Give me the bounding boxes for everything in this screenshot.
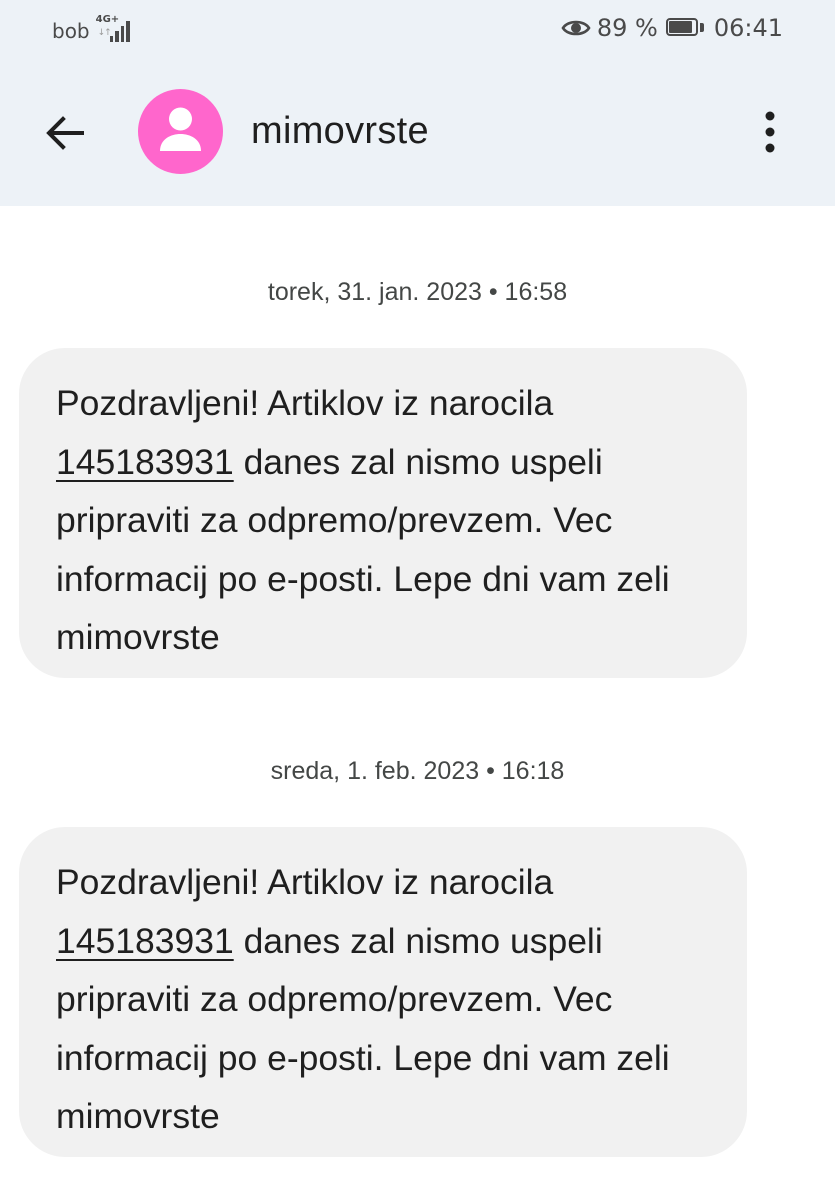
battery-icon: [665, 18, 704, 38]
more-vertical-icon[interactable]: [752, 108, 788, 156]
status-right: 89 % 06:41: [561, 14, 783, 42]
order-number-link[interactable]: 145183931: [56, 921, 234, 961]
conversation-header: mimovrste: [0, 60, 835, 206]
signal-bars-icon: [109, 18, 132, 42]
battery-percent: 89 %: [596, 14, 658, 42]
message-bubble[interactable]: Pozdravljeni! Artiklov iz narocila 14518…: [19, 827, 747, 1157]
status-left: bob 4G+ ↓↑: [52, 14, 136, 44]
message-bubble[interactable]: Pozdravljeni! Artiklov iz narocila 14518…: [19, 348, 747, 678]
person-avatar-icon: [160, 107, 201, 151]
message-timestamp: sreda, 1. feb. 2023 • 16:18: [270, 757, 565, 785]
contact-avatar[interactable]: [138, 89, 223, 174]
message-text: Pozdravljeni! Artiklov iz narocila: [56, 862, 554, 902]
carrier-name: bob: [52, 19, 90, 43]
message-timestamp: torek, 31. jan. 2023 • 16:58: [267, 278, 568, 306]
eye-icon: [561, 20, 591, 36]
order-number-link[interactable]: 145183931: [56, 442, 234, 482]
contact-name[interactable]: mimovrste: [251, 110, 429, 153]
clock: 06:41: [713, 14, 783, 42]
arrow-back-icon[interactable]: [42, 111, 86, 155]
signal-icon: 4G+ ↓↑: [96, 14, 136, 44]
message-text: Pozdravljeni! Artiklov iz narocila: [56, 383, 554, 423]
message-list[interactable]: torek, 31. jan. 2023 • 16:58 Pozdravljen…: [0, 206, 835, 1200]
status-bar: bob 4G+ ↓↑ 89 % 06:41: [0, 0, 835, 60]
